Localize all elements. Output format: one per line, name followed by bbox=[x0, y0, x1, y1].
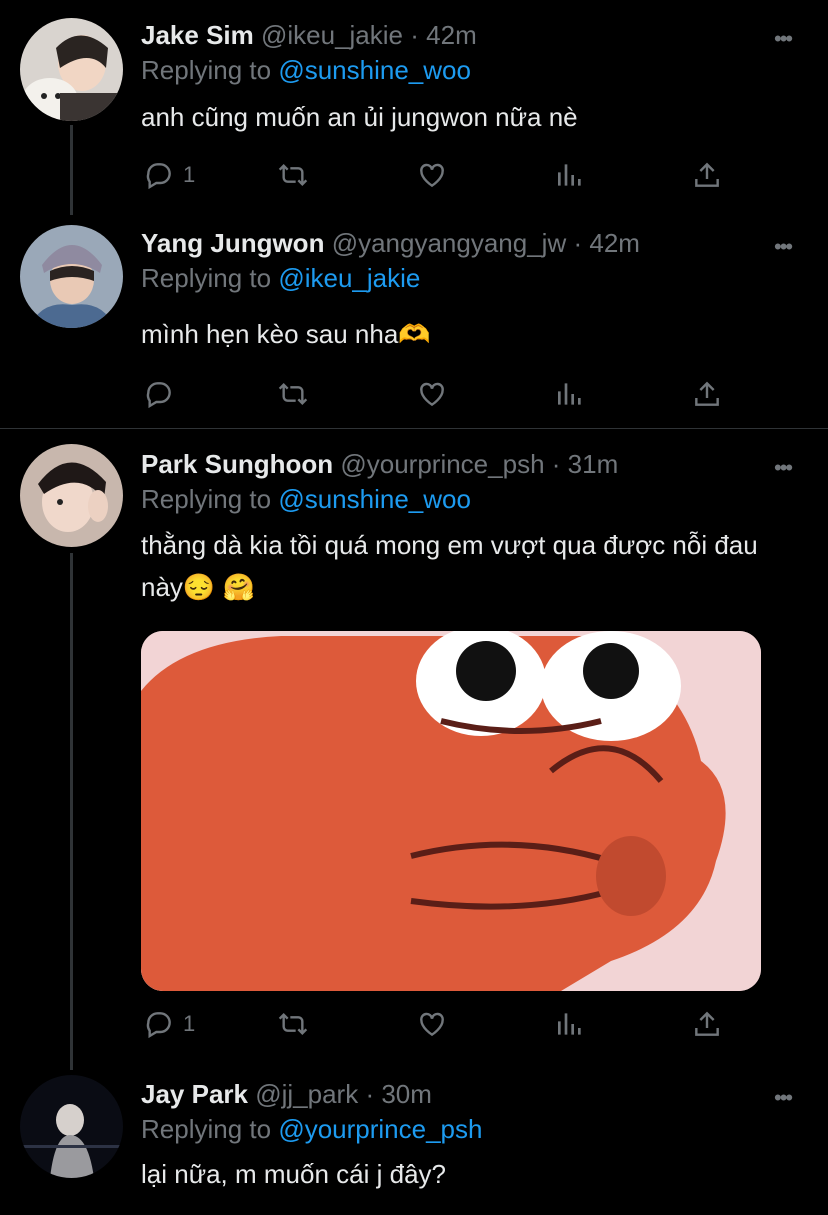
tweet-text: mình hẹn kèo sau nha🫶 bbox=[141, 319, 431, 349]
mention-link[interactable]: @sunshine_woo bbox=[278, 55, 471, 85]
like-button[interactable] bbox=[416, 158, 448, 192]
retweet-icon bbox=[278, 1012, 308, 1036]
avatar[interactable] bbox=[20, 444, 123, 547]
share-icon bbox=[695, 1011, 719, 1036]
like-button[interactable] bbox=[416, 1007, 448, 1041]
tweet-header: Jay Park @jj_park · 30m bbox=[141, 1079, 432, 1110]
share-button[interactable] bbox=[691, 158, 723, 192]
tweet[interactable]: Park Sunghoon @yourprince_psh · 31m ••• … bbox=[0, 429, 828, 1069]
retweet-icon bbox=[278, 163, 308, 187]
replying-to: Replying to @sunshine_woo bbox=[141, 484, 471, 515]
replying-to: Replying to @yourprince_psh bbox=[141, 1114, 482, 1145]
reply-count: 1 bbox=[183, 162, 196, 187]
retweet-icon bbox=[278, 382, 308, 406]
retweet-button[interactable] bbox=[277, 1007, 309, 1041]
username[interactable]: @ikeu_jakie bbox=[261, 20, 403, 50]
like-icon bbox=[420, 163, 444, 188]
more-dots-icon[interactable]: ••• bbox=[774, 234, 793, 260]
action-bar bbox=[141, 377, 731, 411]
like-button[interactable] bbox=[416, 377, 448, 411]
separator: · bbox=[410, 20, 419, 50]
reply-icon bbox=[146, 1012, 171, 1039]
like-icon bbox=[420, 382, 444, 407]
username[interactable]: @yourprince_psh bbox=[340, 449, 544, 479]
timestamp[interactable]: 42m bbox=[589, 228, 640, 258]
analytics-icon bbox=[558, 164, 581, 186]
tweet[interactable]: Jay Park @jj_park · 30m ••• Replying to … bbox=[0, 1069, 828, 1215]
username[interactable]: @yangyangyang_jw bbox=[332, 228, 567, 258]
tweet-text: lại nữa, m muốn cái j đây? bbox=[141, 1159, 446, 1189]
display-name[interactable]: Jake Sim bbox=[141, 20, 254, 50]
reply-button[interactable]: 1 bbox=[143, 1007, 195, 1041]
replying-to-label: Replying to bbox=[141, 263, 272, 293]
action-bar: 1 bbox=[141, 1007, 731, 1041]
timestamp[interactable]: 42m bbox=[426, 20, 477, 50]
tweet-text: thằng dà kia tồi quá mong em vượt qua đư… bbox=[141, 530, 758, 602]
separator: · bbox=[551, 449, 561, 479]
timestamp[interactable]: 30m bbox=[381, 1079, 432, 1109]
display-name[interactable]: Jay Park bbox=[141, 1079, 248, 1109]
share-icon bbox=[695, 381, 719, 406]
like-icon bbox=[420, 1012, 444, 1037]
reply-button[interactable] bbox=[143, 377, 175, 411]
tweet[interactable]: Jake Sim @ikeu_jakie · 42m ••• Replying … bbox=[0, 0, 828, 215]
tweet[interactable]: Yang Jungwon @yangyangyang_jw · 42m ••• … bbox=[0, 215, 828, 427]
separator: · bbox=[573, 228, 583, 258]
more-dots-icon[interactable]: ••• bbox=[774, 26, 793, 52]
replying-to: Replying to @ikeu_jakie bbox=[141, 263, 420, 294]
mention-link[interactable]: @ikeu_jakie bbox=[278, 263, 420, 293]
analytics-button[interactable] bbox=[554, 377, 586, 411]
more-dots-icon[interactable]: ••• bbox=[774, 1085, 793, 1111]
replying-to: Replying to @sunshine_woo bbox=[141, 55, 471, 86]
analytics-icon bbox=[558, 1013, 581, 1035]
replying-to-label: Replying to bbox=[141, 484, 272, 514]
mention-link[interactable]: @sunshine_woo bbox=[278, 484, 471, 514]
share-button[interactable] bbox=[691, 377, 723, 411]
avatar[interactable] bbox=[20, 18, 123, 121]
tweet-header: Jake Sim @ikeu_jakie · 42m bbox=[141, 20, 477, 51]
username[interactable]: @jj_park bbox=[255, 1079, 358, 1109]
replying-to-label: Replying to bbox=[141, 55, 272, 85]
more-dots-icon[interactable]: ••• bbox=[774, 455, 793, 481]
separator: · bbox=[365, 1079, 375, 1109]
replying-to-label: Replying to bbox=[141, 1114, 272, 1144]
analytics-icon bbox=[558, 383, 581, 405]
reply-icon bbox=[146, 163, 171, 190]
timestamp[interactable]: 31m bbox=[568, 449, 619, 479]
retweet-button[interactable] bbox=[277, 158, 309, 192]
share-icon bbox=[695, 162, 719, 187]
avatar[interactable] bbox=[20, 225, 123, 328]
analytics-button[interactable] bbox=[554, 1007, 586, 1041]
reply-count: 1 bbox=[183, 1011, 196, 1036]
avatar[interactable] bbox=[20, 1075, 123, 1178]
display-name[interactable]: Park Sunghoon bbox=[141, 449, 333, 479]
tweet-text: anh cũng muốn an ủi jungwon nữa nè bbox=[141, 102, 578, 132]
tweet-header: Yang Jungwon @yangyangyang_jw · 42m bbox=[141, 228, 640, 259]
reply-icon bbox=[146, 382, 171, 409]
analytics-button[interactable] bbox=[554, 158, 586, 192]
tweet-image[interactable] bbox=[141, 631, 761, 991]
action-bar: 1 bbox=[141, 158, 731, 192]
share-button[interactable] bbox=[691, 1007, 723, 1041]
mention-link[interactable]: @yourprince_psh bbox=[278, 1114, 482, 1144]
tweet-header: Park Sunghoon @yourprince_psh · 31m bbox=[141, 449, 618, 480]
retweet-button[interactable] bbox=[277, 377, 309, 411]
reply-button[interactable]: 1 bbox=[143, 158, 195, 192]
display-name[interactable]: Yang Jungwon bbox=[141, 228, 324, 258]
